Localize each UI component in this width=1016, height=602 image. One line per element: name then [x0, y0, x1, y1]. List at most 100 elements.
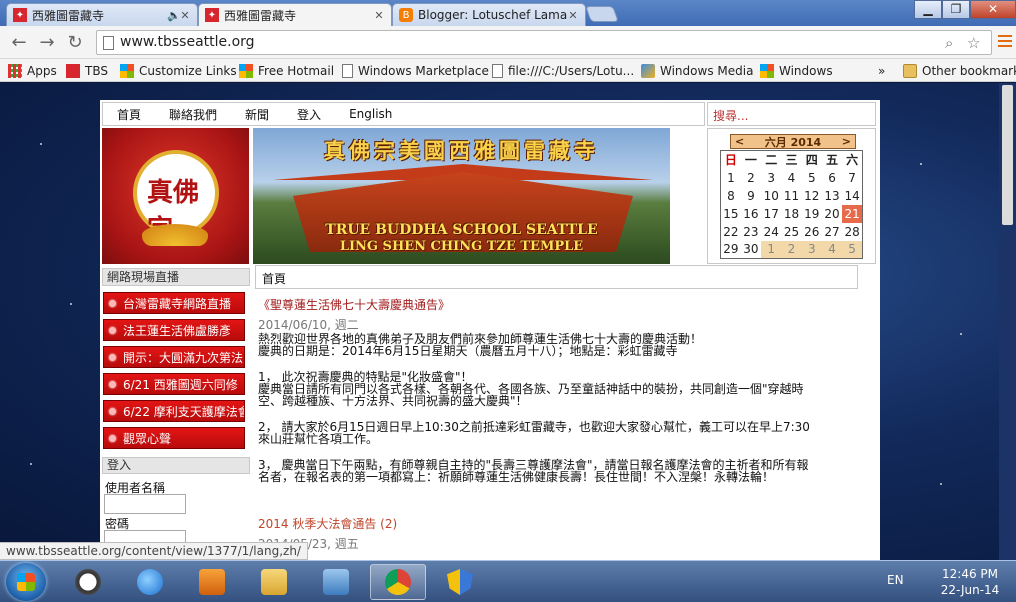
- calendar-day[interactable]: 23: [741, 223, 761, 241]
- close-button[interactable]: ✕: [970, 0, 1016, 19]
- media-icon: [641, 63, 655, 78]
- calendar-weekdays: 日 一 二 三 四 五 六: [721, 151, 863, 169]
- nav-news[interactable]: 新聞: [245, 106, 269, 123]
- bookmark-windows[interactable]: Windows: [760, 62, 833, 79]
- calendar-day[interactable]: 15: [721, 205, 741, 223]
- scrollbar-thumb[interactable]: [1002, 85, 1013, 225]
- control-panel-icon[interactable]: [308, 564, 364, 600]
- menu-icon[interactable]: [998, 35, 1012, 49]
- calendar-day-next-month[interactable]: 5: [842, 240, 863, 259]
- forward-icon[interactable]: →: [36, 32, 58, 54]
- calendar-next-button[interactable]: >: [842, 135, 851, 148]
- calendar-day[interactable]: 17: [761, 205, 781, 223]
- language-indicator[interactable]: EN: [887, 573, 904, 587]
- url-text: www.tbsseattle.org: [120, 34, 255, 50]
- weekday: 五: [826, 153, 839, 168]
- article-title[interactable]: 2014 秋季大法會通告 (2): [258, 515, 858, 532]
- star-icon[interactable]: ☆: [967, 34, 980, 52]
- calendar-day[interactable]: 28: [842, 223, 862, 241]
- calendar-day[interactable]: 20: [822, 205, 842, 223]
- shield-icon: [447, 569, 473, 595]
- control-panel-icon-img: [323, 569, 349, 595]
- nav-home[interactable]: 首頁: [117, 106, 141, 123]
- bookmark-tbs[interactable]: TBS: [66, 62, 108, 79]
- calendar-day[interactable]: 8: [721, 187, 741, 205]
- minimize-button[interactable]: ▁: [914, 0, 942, 19]
- explorer-icon[interactable]: [246, 564, 302, 600]
- calendar-day[interactable]: 27: [822, 223, 842, 241]
- calendar-day[interactable]: 18: [781, 205, 801, 223]
- ie-icon[interactable]: [122, 564, 178, 600]
- calendar-day-today[interactable]: 21: [842, 204, 863, 223]
- calendar-day-next-month[interactable]: 4: [821, 240, 843, 259]
- calendar-day[interactable]: 6: [822, 169, 842, 187]
- maximize-button[interactable]: ❐: [942, 0, 970, 19]
- calendar-day[interactable]: 3: [761, 169, 781, 187]
- scrollbar[interactable]: [999, 83, 1016, 560]
- calendar-day[interactable]: 7: [842, 169, 862, 187]
- media-player-icon[interactable]: [184, 564, 240, 600]
- star-decoration: [40, 143, 42, 145]
- calendar-day[interactable]: 9: [741, 187, 761, 205]
- clock-app-icon[interactable]: [60, 564, 116, 600]
- nav-contact[interactable]: 聯絡我們: [169, 106, 217, 123]
- calendar-day-next-month[interactable]: 1: [761, 240, 782, 259]
- calendar-day[interactable]: 2: [741, 169, 761, 187]
- bookmark-file[interactable]: file:///C:/Users/Lotu...: [492, 62, 634, 79]
- calendar-day[interactable]: 29: [721, 241, 741, 259]
- tab-close-icon[interactable]: ✕: [567, 9, 579, 22]
- calendar-day[interactable]: 12: [802, 187, 822, 205]
- live-item[interactable]: 6/21 西雅圖週六同修: [103, 373, 245, 395]
- bookmark-apps[interactable]: Apps: [8, 62, 57, 79]
- start-button[interactable]: [6, 563, 46, 601]
- calendar-day[interactable]: 26: [802, 223, 822, 241]
- calendar-day[interactable]: 4: [781, 169, 801, 187]
- live-item[interactable]: 開示：大圓滿九次第法: [103, 346, 245, 368]
- address-bar[interactable]: www.tbsseattle.org ⌕ ☆: [96, 30, 992, 55]
- bookmark-free-hotmail[interactable]: Free Hotmail: [239, 62, 334, 79]
- tab-blogger[interactable]: B Blogger: Lotuschef Lama P ✕: [392, 3, 586, 26]
- calendar-day[interactable]: 14: [842, 187, 862, 205]
- bookmark-customize-links[interactable]: Customize Links: [120, 62, 237, 79]
- live-item[interactable]: 觀眾心聲: [103, 427, 245, 449]
- calendar-day[interactable]: 22: [721, 223, 741, 241]
- nav-english[interactable]: English: [349, 107, 392, 121]
- search-icon[interactable]: ⌕: [945, 34, 953, 52]
- calendar-day[interactable]: 30: [741, 241, 761, 259]
- calendar-day[interactable]: 1: [721, 169, 741, 187]
- calendar-day-next-month[interactable]: 3: [801, 240, 822, 259]
- bookmarks-overflow-button[interactable]: »: [878, 62, 885, 79]
- calendar-day[interactable]: 5: [802, 169, 822, 187]
- calendar-day[interactable]: 19: [802, 205, 822, 223]
- tab-close-icon[interactable]: ✕: [373, 9, 385, 22]
- article-title[interactable]: 《聖尊蓮生活佛七十大壽慶典通告》: [258, 296, 858, 313]
- calendar-day[interactable]: 25: [781, 223, 801, 241]
- live-item[interactable]: 台灣雷藏寺網路直播: [103, 292, 245, 314]
- calendar-day[interactable]: 11: [781, 187, 801, 205]
- reload-icon[interactable]: ↻: [64, 32, 86, 54]
- tab-tbs-2[interactable]: ✦ 西雅圖雷藏寺 ✕: [198, 3, 392, 26]
- nav-login[interactable]: 登入: [297, 106, 321, 123]
- calendar-day[interactable]: 10: [761, 187, 781, 205]
- calendar-day-next-month[interactable]: 2: [781, 240, 802, 259]
- site-search-input[interactable]: 搜尋...: [707, 102, 876, 126]
- bookmark-windows-marketplace[interactable]: Windows Marketplace: [342, 62, 489, 79]
- calendar-prev-button[interactable]: <: [735, 135, 744, 148]
- security-icon[interactable]: [432, 564, 488, 600]
- live-item[interactable]: 6/22 摩利支天護摩法會: [103, 400, 245, 422]
- tab-strip: ✦ 西雅圖雷藏寺 🔈 ✕ ✦ 西雅圖雷藏寺 ✕ B Blogger: Lotus…: [0, 0, 1016, 26]
- username-field[interactable]: [104, 494, 186, 514]
- tab-close-icon[interactable]: ✕: [179, 9, 191, 22]
- new-tab-button[interactable]: [585, 6, 619, 22]
- bookmark-other[interactable]: Other bookmarks: [903, 62, 1016, 79]
- system-clock[interactable]: 12:46 PM 22-Jun-14: [940, 566, 1000, 598]
- calendar-day[interactable]: 24: [761, 223, 781, 241]
- back-icon[interactable]: ←: [8, 32, 30, 54]
- calendar-day[interactable]: 13: [822, 187, 842, 205]
- live-item[interactable]: 法王蓮生活佛盧勝彥: [103, 319, 245, 341]
- bookmark-windows-media[interactable]: Windows Media: [641, 62, 753, 79]
- weekday: 三: [785, 153, 798, 168]
- tab-tbs-1[interactable]: ✦ 西雅圖雷藏寺 🔈 ✕: [6, 3, 198, 26]
- calendar-day[interactable]: 16: [741, 205, 761, 223]
- chrome-taskbar-button[interactable]: [370, 564, 426, 600]
